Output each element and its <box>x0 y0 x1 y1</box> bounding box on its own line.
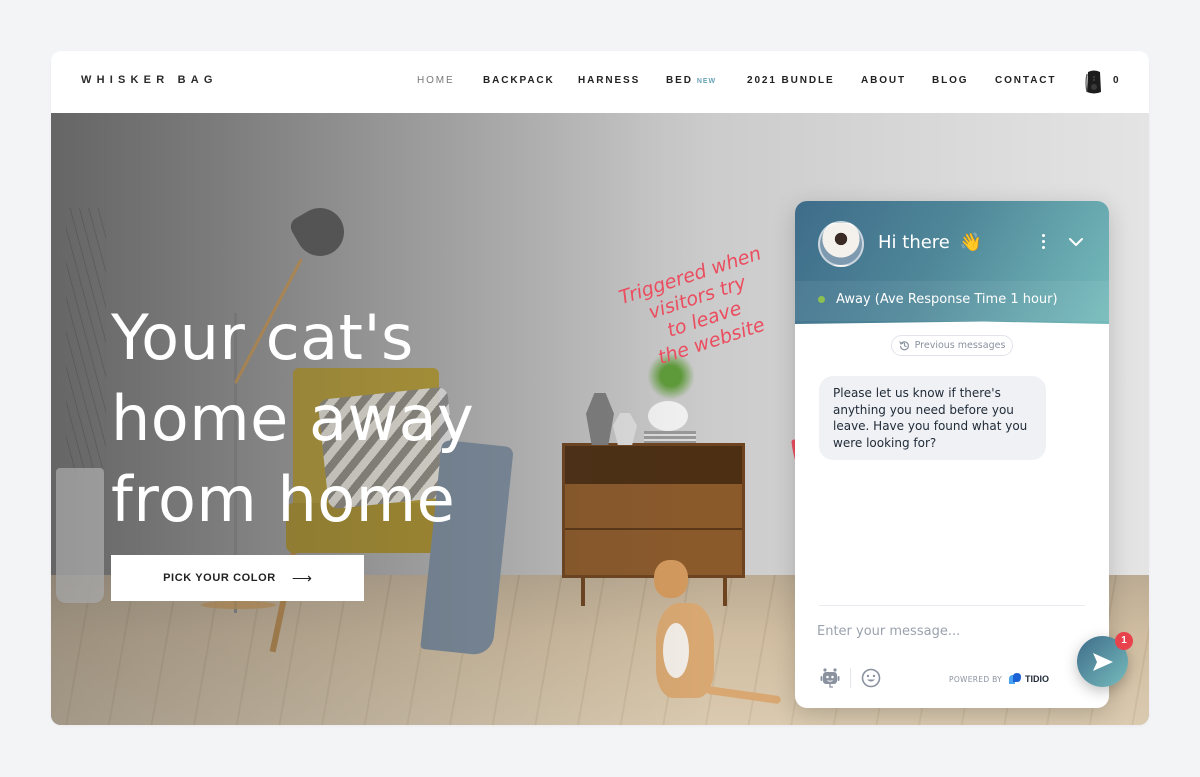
history-icon <box>898 341 909 351</box>
composer-divider <box>819 605 1085 606</box>
toolbar-separator <box>850 668 851 688</box>
nav-item-bed[interactable]: BED NEW <box>666 75 716 86</box>
browser-page: WHISKER BAG HOME BACKPACK HARNESS BED NEW… <box>51 51 1149 725</box>
nav-item-blog[interactable]: BLOG <box>932 75 969 86</box>
message-line: leave. Have you found what you <box>833 419 1028 433</box>
nav-item-contact[interactable]: CONTACT <box>995 75 1056 86</box>
unread-badge: 1 <box>1115 632 1133 650</box>
chat-greeting: Hi there 👋 <box>878 232 982 253</box>
hero-title-line: from home <box>111 463 456 536</box>
message-line: were looking for? <box>833 435 937 450</box>
pick-your-color-button[interactable]: PICK YOUR COLOR ⟶ <box>111 555 364 601</box>
message-line: anything you need before you <box>833 402 1014 417</box>
status-dot-icon <box>818 296 825 303</box>
tidio-brand: TIDIO <box>1025 674 1050 684</box>
hero-title-line: Your cat's <box>111 301 414 374</box>
new-badge: NEW <box>696 78 717 85</box>
chatbot-icon[interactable] <box>819 667 841 689</box>
main-nav: HOME BACKPACK HARNESS BED NEW 2021 BUNDLE… <box>51 75 1149 89</box>
powered-by-label: POWERED BY <box>949 674 1003 684</box>
chat-widget: Hi there 👋 Away (Ave Response Time 1 hou… <box>795 201 1109 708</box>
backpack-cart-icon[interactable] <box>1084 69 1104 95</box>
greeting-text: Hi there <box>878 232 950 253</box>
nav-item-2021-bundle[interactable]: 2021 BUNDLE <box>747 75 835 86</box>
chat-header: Hi there 👋 Away (Ave Response Time 1 hou… <box>795 201 1109 324</box>
hero-title-line: home away <box>111 382 475 455</box>
chevron-down-icon[interactable] <box>1068 235 1084 249</box>
previous-messages-label: Previous messages <box>914 340 1006 351</box>
chat-launcher-button[interactable]: 1 <box>1077 632 1133 687</box>
site-header: WHISKER BAG HOME BACKPACK HARNESS BED NEW… <box>51 51 1149 113</box>
chat-status-row: Away (Ave Response Time 1 hour) <box>795 281 1109 321</box>
nav-item-about[interactable]: ABOUT <box>861 75 906 86</box>
chat-message-bubble: Please let us know if there's anything y… <box>819 376 1046 460</box>
send-icon <box>1093 653 1113 671</box>
nav-item-harness[interactable]: HARNESS <box>578 75 640 86</box>
status-text: Away (Ave Response Time 1 hour) <box>836 292 1058 307</box>
cart-count: 0 <box>1113 75 1119 86</box>
agent-avatar <box>818 221 864 267</box>
nav-item-backpack[interactable]: BACKPACK <box>483 75 555 86</box>
waving-hand-icon: 👋 <box>959 232 983 253</box>
message-line: Please let us know if there's <box>833 386 1001 400</box>
arrow-right-icon: ⟶ <box>291 570 312 586</box>
emoji-icon[interactable] <box>861 668 881 688</box>
more-options-icon[interactable] <box>1040 234 1046 252</box>
nav-label: BED <box>666 75 693 86</box>
previous-messages-button[interactable]: Previous messages <box>891 335 1013 356</box>
nav-item-home[interactable]: HOME <box>417 75 455 86</box>
hero-title: Your cat's home away from home <box>111 297 531 540</box>
cta-label: PICK YOUR COLOR <box>163 572 276 584</box>
chat-header-top: Hi there 👋 <box>795 201 1109 281</box>
message-input[interactable] <box>817 619 1067 643</box>
powered-by-tidio[interactable]: POWERED BY TIDIO <box>949 673 1049 685</box>
tidio-logo-icon <box>1009 673 1022 684</box>
